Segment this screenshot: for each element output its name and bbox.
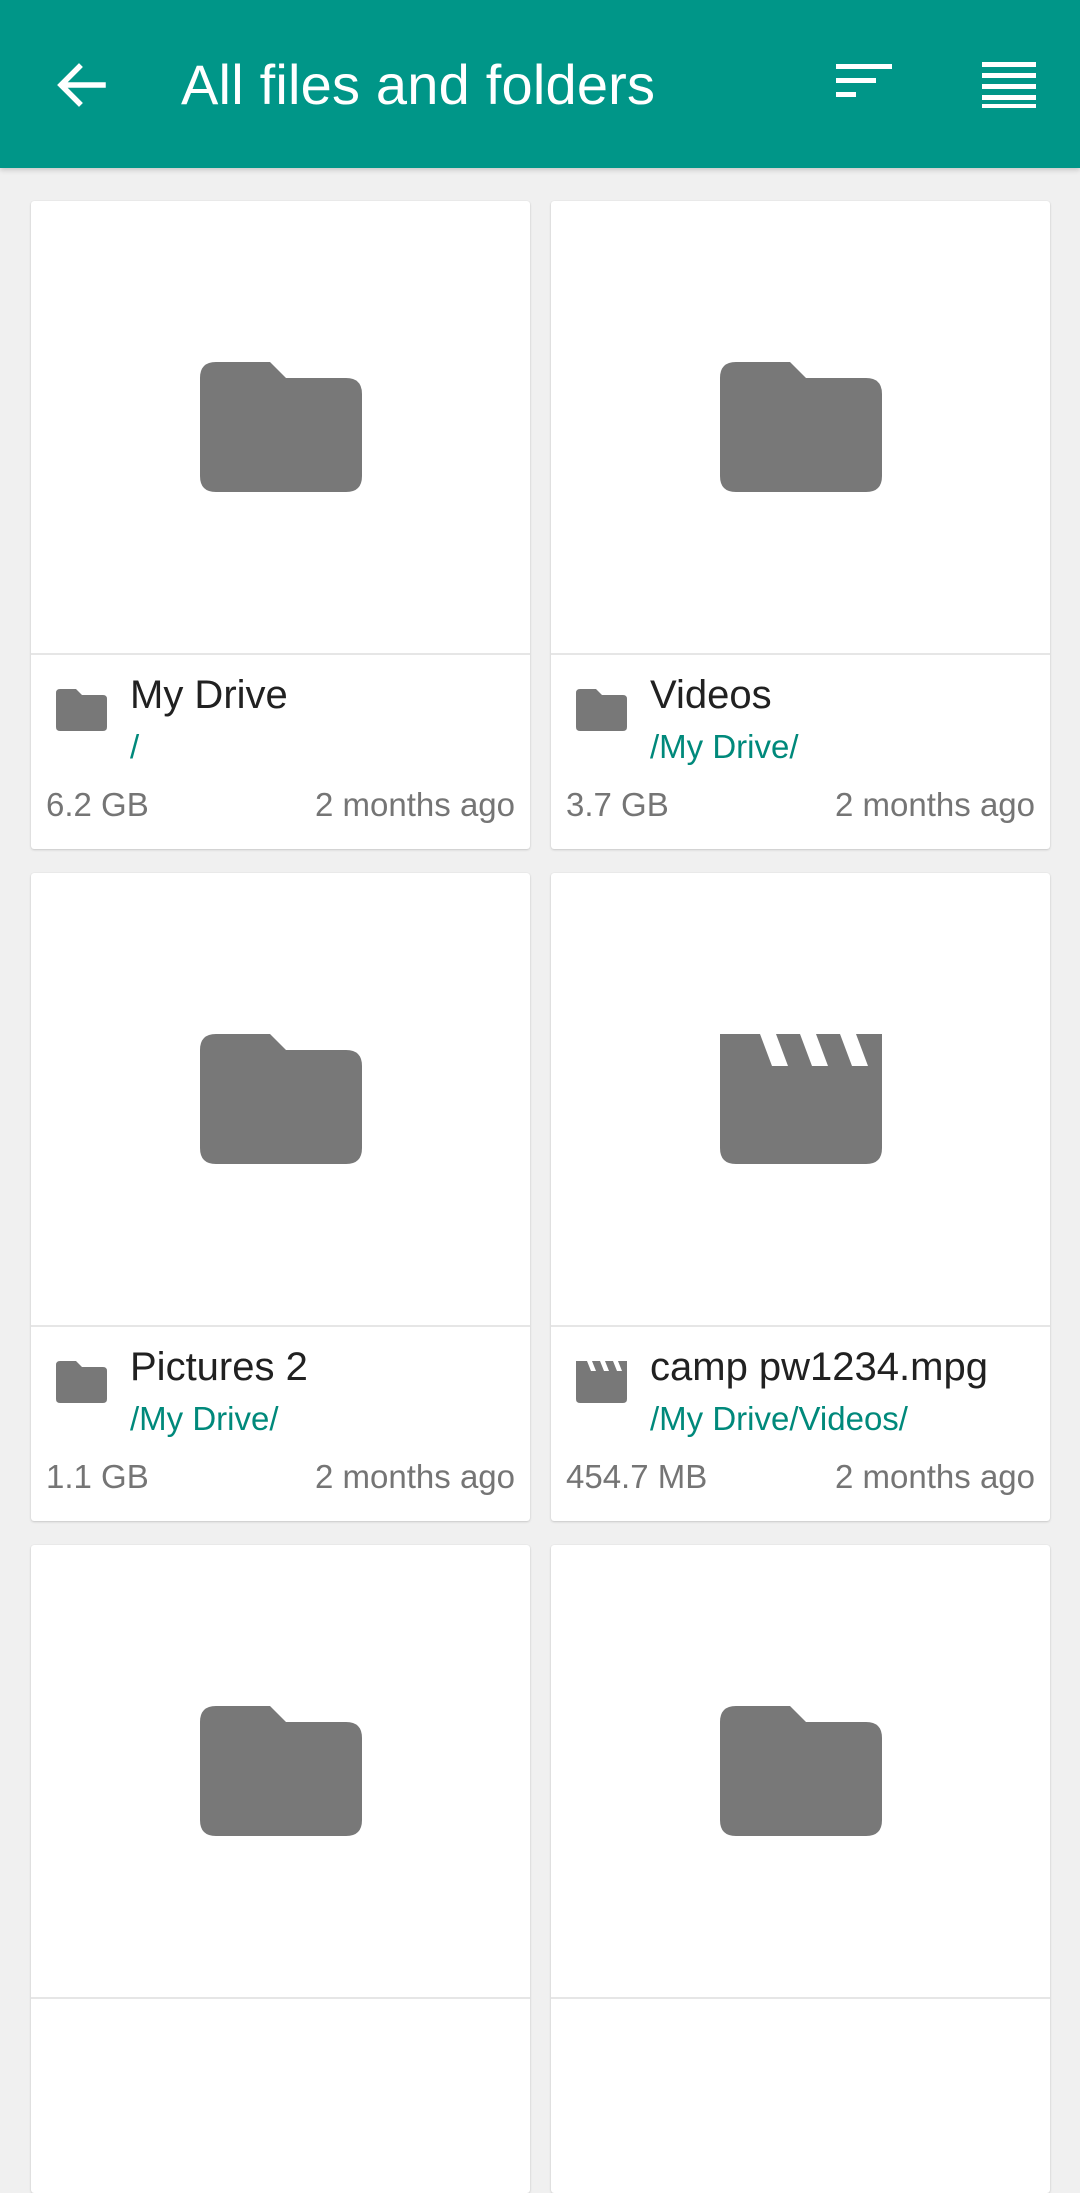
file-path: /My Drive/Videos/ <box>650 1400 908 1437</box>
thumbnail <box>31 1545 530 1999</box>
file-size: 6.2 GB <box>46 786 149 823</box>
thumbnail <box>551 873 1050 1327</box>
file-path: / <box>130 728 140 765</box>
thumbnail <box>551 201 1050 655</box>
file-card[interactable] <box>31 1545 530 2193</box>
movie-clapperboard-icon <box>576 1361 627 1403</box>
arrow-back-icon[interactable] <box>52 56 110 114</box>
folder-icon <box>719 1706 882 1836</box>
page-title: All files and folders <box>181 53 656 116</box>
file-card[interactable]: Pictures 2 /My Drive/ 1.1 GB 2 months ag… <box>31 873 530 1521</box>
file-size: 3.7 GB <box>566 786 669 823</box>
view-list-icon[interactable] <box>982 60 1036 108</box>
folder-icon <box>199 1034 362 1164</box>
movie-clapperboard-icon <box>719 1034 882 1164</box>
file-name: Videos <box>650 673 772 717</box>
file-modified: 2 months ago <box>835 1458 1035 1495</box>
app-bar: All files and folders <box>0 0 1080 168</box>
file-modified: 2 months ago <box>315 1458 515 1495</box>
file-card[interactable] <box>551 1545 1050 2193</box>
file-card[interactable]: Videos /My Drive/ 3.7 GB 2 months ago <box>551 201 1050 849</box>
file-card[interactable]: camp pw1234.mpg /My Drive/Videos/ 454.7 … <box>551 873 1050 1521</box>
file-size: 454.7 MB <box>566 1458 708 1495</box>
thumbnail <box>31 201 530 655</box>
thumbnail <box>551 1545 1050 1999</box>
folder-icon <box>56 689 107 731</box>
folder-icon <box>199 1706 362 1836</box>
file-size: 1.1 GB <box>46 1458 149 1495</box>
sort-icon[interactable] <box>836 58 892 108</box>
folder-icon <box>719 362 882 492</box>
file-path: /My Drive/ <box>650 728 799 765</box>
thumbnail <box>31 873 530 1327</box>
folder-icon <box>576 689 627 731</box>
file-name: camp pw1234.mpg <box>650 1345 988 1389</box>
file-name: Pictures 2 <box>130 1345 308 1389</box>
folder-icon <box>56 1361 107 1403</box>
file-card[interactable]: My Drive / 6.2 GB 2 months ago <box>31 201 530 849</box>
file-modified: 2 months ago <box>315 786 515 823</box>
file-modified: 2 months ago <box>835 786 1035 823</box>
folder-icon <box>199 362 362 492</box>
file-path: /My Drive/ <box>130 1400 279 1437</box>
file-name: My Drive <box>130 673 288 717</box>
file-grid: My Drive / 6.2 GB 2 months ago Videos /M… <box>31 201 1050 2193</box>
